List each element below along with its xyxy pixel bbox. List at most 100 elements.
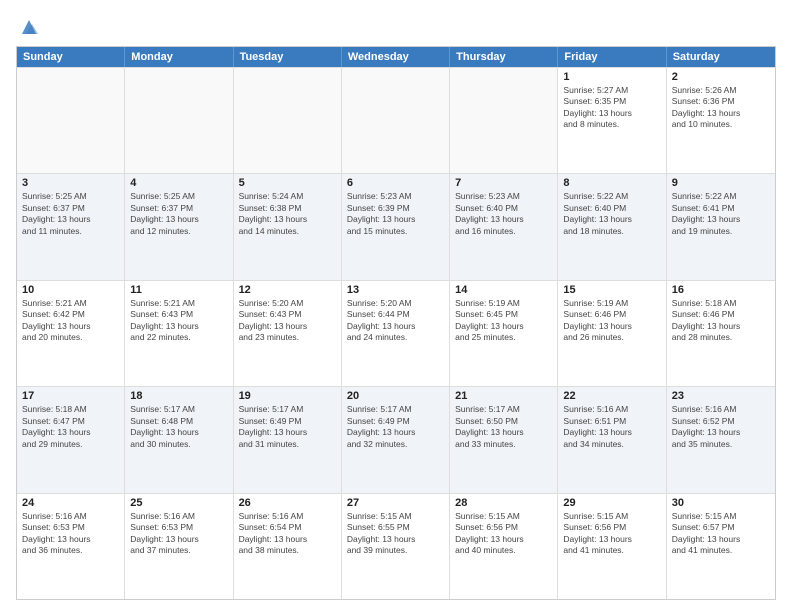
day-number: 18 bbox=[130, 390, 227, 402]
day-number: 15 bbox=[563, 284, 660, 296]
day-number: 10 bbox=[22, 284, 119, 296]
calendar-cell: 11 Sunrise: 5:21 AM Sunset: 6:43 PM Dayli… bbox=[125, 281, 233, 386]
calendar-cell: 13 Sunrise: 5:20 AM Sunset: 6:44 PM Dayli… bbox=[342, 281, 450, 386]
calendar-cell: 25Sunrise: 5:16 AM Sunset: 6:53 PM Dayli… bbox=[125, 494, 233, 599]
day-number: 6 bbox=[347, 177, 444, 189]
calendar-cell: 26 Sunrise: 5:16 AM Sunset: 6:54 PM Dayli… bbox=[234, 494, 342, 599]
day-info: Sunrise: 5:17 AM Sunset: 6:48 PM Dayligh… bbox=[130, 404, 227, 450]
calendar-header: SundayMondayTuesdayWednesdayThursdayFrid… bbox=[17, 47, 775, 67]
calendar-week-1: 1 Sunrise: 5:27 AM Sunset: 6:35 PM Daylig… bbox=[17, 67, 775, 173]
day-info: Sunrise: 5:19 AM Sunset: 6:45 PM Dayligh… bbox=[455, 298, 552, 344]
day-number: 29 bbox=[563, 497, 660, 509]
calendar-cell: 8 Sunrise: 5:22 AM Sunset: 6:40 PM Daylig… bbox=[558, 174, 666, 279]
calendar-cell bbox=[17, 68, 125, 173]
calendar-cell: 6 Sunrise: 5:23 AM Sunset: 6:39 PM Daylig… bbox=[342, 174, 450, 279]
day-info: Sunrise: 5:21 AM Sunset: 6:43 PM Dayligh… bbox=[130, 298, 227, 344]
day-number: 8 bbox=[563, 177, 660, 189]
calendar-cell bbox=[234, 68, 342, 173]
day-info: Sunrise: 5:27 AM Sunset: 6:35 PM Dayligh… bbox=[563, 85, 660, 131]
weekday-header-saturday: Saturday bbox=[667, 47, 775, 67]
day-number: 21 bbox=[455, 390, 552, 402]
calendar-cell: 7Sunrise: 5:23 AM Sunset: 6:40 PM Daylig… bbox=[450, 174, 558, 279]
weekday-header-tuesday: Tuesday bbox=[234, 47, 342, 67]
day-number: 17 bbox=[22, 390, 119, 402]
day-number: 2 bbox=[672, 71, 770, 83]
calendar-cell: 10 Sunrise: 5:21 AM Sunset: 6:42 PM Dayli… bbox=[17, 281, 125, 386]
calendar-cell: 15 Sunrise: 5:19 AM Sunset: 6:46 PM Dayli… bbox=[558, 281, 666, 386]
day-info: Sunrise: 5:17 AM Sunset: 6:49 PM Dayligh… bbox=[239, 404, 336, 450]
day-number: 27 bbox=[347, 497, 444, 509]
calendar-cell: 23 Sunrise: 5:16 AM Sunset: 6:52 PM Dayli… bbox=[667, 387, 775, 492]
calendar-cell: 21 Sunrise: 5:17 AM Sunset: 6:50 PM Dayli… bbox=[450, 387, 558, 492]
calendar-cell: 16 Sunrise: 5:18 AM Sunset: 6:46 PM Dayli… bbox=[667, 281, 775, 386]
calendar-cell: 2 Sunrise: 5:26 AM Sunset: 6:36 PM Daylig… bbox=[667, 68, 775, 173]
calendar-cell: 28Sunrise: 5:15 AM Sunset: 6:56 PM Dayli… bbox=[450, 494, 558, 599]
day-info: Sunrise: 5:24 AM Sunset: 6:38 PM Dayligh… bbox=[239, 191, 336, 237]
weekday-header-friday: Friday bbox=[558, 47, 666, 67]
calendar-cell: 24 Sunrise: 5:16 AM Sunset: 6:53 PM Dayli… bbox=[17, 494, 125, 599]
day-info: Sunrise: 5:23 AM Sunset: 6:39 PM Dayligh… bbox=[347, 191, 444, 237]
day-info: Sunrise: 5:15 AM Sunset: 6:56 PM Dayligh… bbox=[563, 511, 660, 557]
day-info: Sunrise: 5:22 AM Sunset: 6:40 PM Dayligh… bbox=[563, 191, 660, 237]
day-number: 26 bbox=[239, 497, 336, 509]
calendar-cell: 3 Sunrise: 5:25 AM Sunset: 6:37 PM Daylig… bbox=[17, 174, 125, 279]
calendar-week-2: 3 Sunrise: 5:25 AM Sunset: 6:37 PM Daylig… bbox=[17, 173, 775, 279]
calendar-cell: 1 Sunrise: 5:27 AM Sunset: 6:35 PM Daylig… bbox=[558, 68, 666, 173]
calendar-cell: 18 Sunrise: 5:17 AM Sunset: 6:48 PM Dayli… bbox=[125, 387, 233, 492]
day-info: Sunrise: 5:16 AM Sunset: 6:51 PM Dayligh… bbox=[563, 404, 660, 450]
calendar-cell bbox=[450, 68, 558, 173]
day-info: Sunrise: 5:17 AM Sunset: 6:50 PM Dayligh… bbox=[455, 404, 552, 450]
day-number: 24 bbox=[22, 497, 119, 509]
day-info: Sunrise: 5:15 AM Sunset: 6:56 PM Dayligh… bbox=[455, 511, 552, 557]
day-number: 13 bbox=[347, 284, 444, 296]
weekday-header-sunday: Sunday bbox=[17, 47, 125, 67]
calendar-cell: 29 Sunrise: 5:15 AM Sunset: 6:56 PM Dayli… bbox=[558, 494, 666, 599]
day-number: 19 bbox=[239, 390, 336, 402]
calendar-cell: 20Sunrise: 5:17 AM Sunset: 6:49 PM Dayli… bbox=[342, 387, 450, 492]
calendar-body: 1 Sunrise: 5:27 AM Sunset: 6:35 PM Daylig… bbox=[17, 67, 775, 599]
day-number: 30 bbox=[672, 497, 770, 509]
day-info: Sunrise: 5:16 AM Sunset: 6:53 PM Dayligh… bbox=[22, 511, 119, 557]
day-info: Sunrise: 5:19 AM Sunset: 6:46 PM Dayligh… bbox=[563, 298, 660, 344]
calendar-cell: 27 Sunrise: 5:15 AM Sunset: 6:55 PM Dayli… bbox=[342, 494, 450, 599]
day-info: Sunrise: 5:16 AM Sunset: 6:52 PM Dayligh… bbox=[672, 404, 770, 450]
day-number: 3 bbox=[22, 177, 119, 189]
day-info: Sunrise: 5:15 AM Sunset: 6:55 PM Dayligh… bbox=[347, 511, 444, 557]
calendar-cell: 30Sunrise: 5:15 AM Sunset: 6:57 PM Dayli… bbox=[667, 494, 775, 599]
day-number: 16 bbox=[672, 284, 770, 296]
day-info: Sunrise: 5:26 AM Sunset: 6:36 PM Dayligh… bbox=[672, 85, 770, 131]
page: SundayMondayTuesdayWednesdayThursdayFrid… bbox=[0, 0, 792, 612]
day-number: 14 bbox=[455, 284, 552, 296]
calendar-cell bbox=[125, 68, 233, 173]
logo bbox=[16, 16, 40, 38]
weekday-header-monday: Monday bbox=[125, 47, 233, 67]
day-info: Sunrise: 5:20 AM Sunset: 6:43 PM Dayligh… bbox=[239, 298, 336, 344]
day-number: 11 bbox=[130, 284, 227, 296]
weekday-header-wednesday: Wednesday bbox=[342, 47, 450, 67]
calendar-cell: 17Sunrise: 5:18 AM Sunset: 6:47 PM Dayli… bbox=[17, 387, 125, 492]
calendar-week-5: 24 Sunrise: 5:16 AM Sunset: 6:53 PM Dayli… bbox=[17, 493, 775, 599]
calendar-week-3: 10 Sunrise: 5:21 AM Sunset: 6:42 PM Dayli… bbox=[17, 280, 775, 386]
day-info: Sunrise: 5:25 AM Sunset: 6:37 PM Dayligh… bbox=[22, 191, 119, 237]
day-info: Sunrise: 5:18 AM Sunset: 6:46 PM Dayligh… bbox=[672, 298, 770, 344]
calendar-cell: 14 Sunrise: 5:19 AM Sunset: 6:45 PM Dayli… bbox=[450, 281, 558, 386]
day-info: Sunrise: 5:16 AM Sunset: 6:54 PM Dayligh… bbox=[239, 511, 336, 557]
day-number: 12 bbox=[239, 284, 336, 296]
calendar: SundayMondayTuesdayWednesdayThursdayFrid… bbox=[16, 46, 776, 600]
calendar-week-4: 17Sunrise: 5:18 AM Sunset: 6:47 PM Dayli… bbox=[17, 386, 775, 492]
day-number: 5 bbox=[239, 177, 336, 189]
day-number: 7 bbox=[455, 177, 552, 189]
calendar-cell: 9Sunrise: 5:22 AM Sunset: 6:41 PM Daylig… bbox=[667, 174, 775, 279]
day-info: Sunrise: 5:22 AM Sunset: 6:41 PM Dayligh… bbox=[672, 191, 770, 237]
day-number: 23 bbox=[672, 390, 770, 402]
calendar-cell: 12 Sunrise: 5:20 AM Sunset: 6:43 PM Dayli… bbox=[234, 281, 342, 386]
day-info: Sunrise: 5:21 AM Sunset: 6:42 PM Dayligh… bbox=[22, 298, 119, 344]
day-number: 1 bbox=[563, 71, 660, 83]
day-info: Sunrise: 5:20 AM Sunset: 6:44 PM Dayligh… bbox=[347, 298, 444, 344]
calendar-cell: 19 Sunrise: 5:17 AM Sunset: 6:49 PM Dayli… bbox=[234, 387, 342, 492]
calendar-cell: 22 Sunrise: 5:16 AM Sunset: 6:51 PM Dayli… bbox=[558, 387, 666, 492]
calendar-cell bbox=[342, 68, 450, 173]
logo-icon bbox=[18, 16, 40, 38]
day-number: 22 bbox=[563, 390, 660, 402]
day-number: 4 bbox=[130, 177, 227, 189]
